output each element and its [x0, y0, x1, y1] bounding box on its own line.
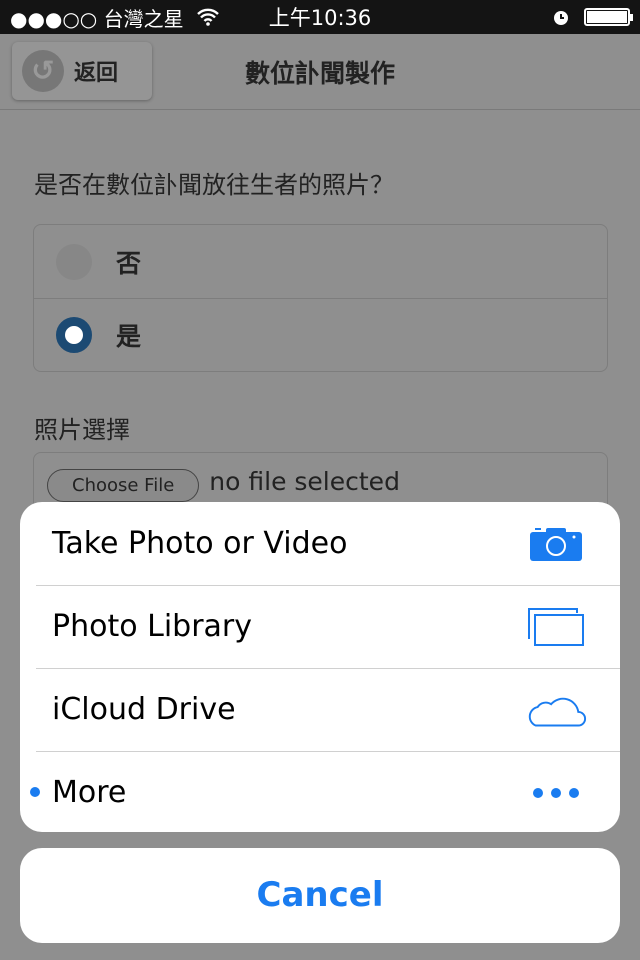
photo-library-icon — [528, 607, 584, 646]
camera-icon — [530, 527, 582, 561]
nav-bar: ↺ 返回 數位訃聞製作 — [0, 34, 640, 110]
photo-library-option[interactable]: Photo Library — [20, 585, 620, 668]
icloud-drive-option[interactable]: iCloud Drive — [20, 668, 620, 751]
selection-dot — [30, 787, 40, 797]
radio-option-yes[interactable]: 是 — [34, 298, 607, 371]
option-label: Take Photo or Video — [52, 526, 348, 561]
action-sheet: Take Photo or Video Photo Library iCloud… — [20, 502, 620, 832]
option-label: iCloud Drive — [52, 692, 236, 727]
cancel-button[interactable]: Cancel — [20, 848, 620, 943]
clock: 上午10:36 — [268, 6, 372, 30]
page-title: 數位訃聞製作 — [244, 59, 395, 88]
radio-button[interactable] — [56, 243, 92, 280]
battery-icon — [584, 8, 633, 26]
radio-option-no[interactable]: 否 — [34, 225, 607, 298]
status-bar: ●●●○○ 台灣之星 上午10:36 — [0, 0, 640, 34]
photo-label: 照片選擇 — [34, 416, 130, 444]
cloud-icon — [528, 697, 587, 726]
option-label: Photo Library — [52, 609, 253, 644]
option-label: More — [52, 775, 127, 810]
choose-file-button[interactable]: Choose File — [47, 469, 200, 502]
radio-label: 否 — [116, 248, 142, 278]
more-option[interactable]: More — [20, 751, 620, 832]
take-photo-option[interactable]: Take Photo or Video — [20, 502, 620, 585]
more-icon — [533, 787, 579, 798]
question-label: 是否在數位訃聞放往生者的照片？ — [34, 171, 394, 199]
radio-group: 否 是 — [33, 224, 608, 372]
radio-button[interactable] — [56, 317, 92, 353]
radio-label: 是 — [116, 322, 142, 351]
